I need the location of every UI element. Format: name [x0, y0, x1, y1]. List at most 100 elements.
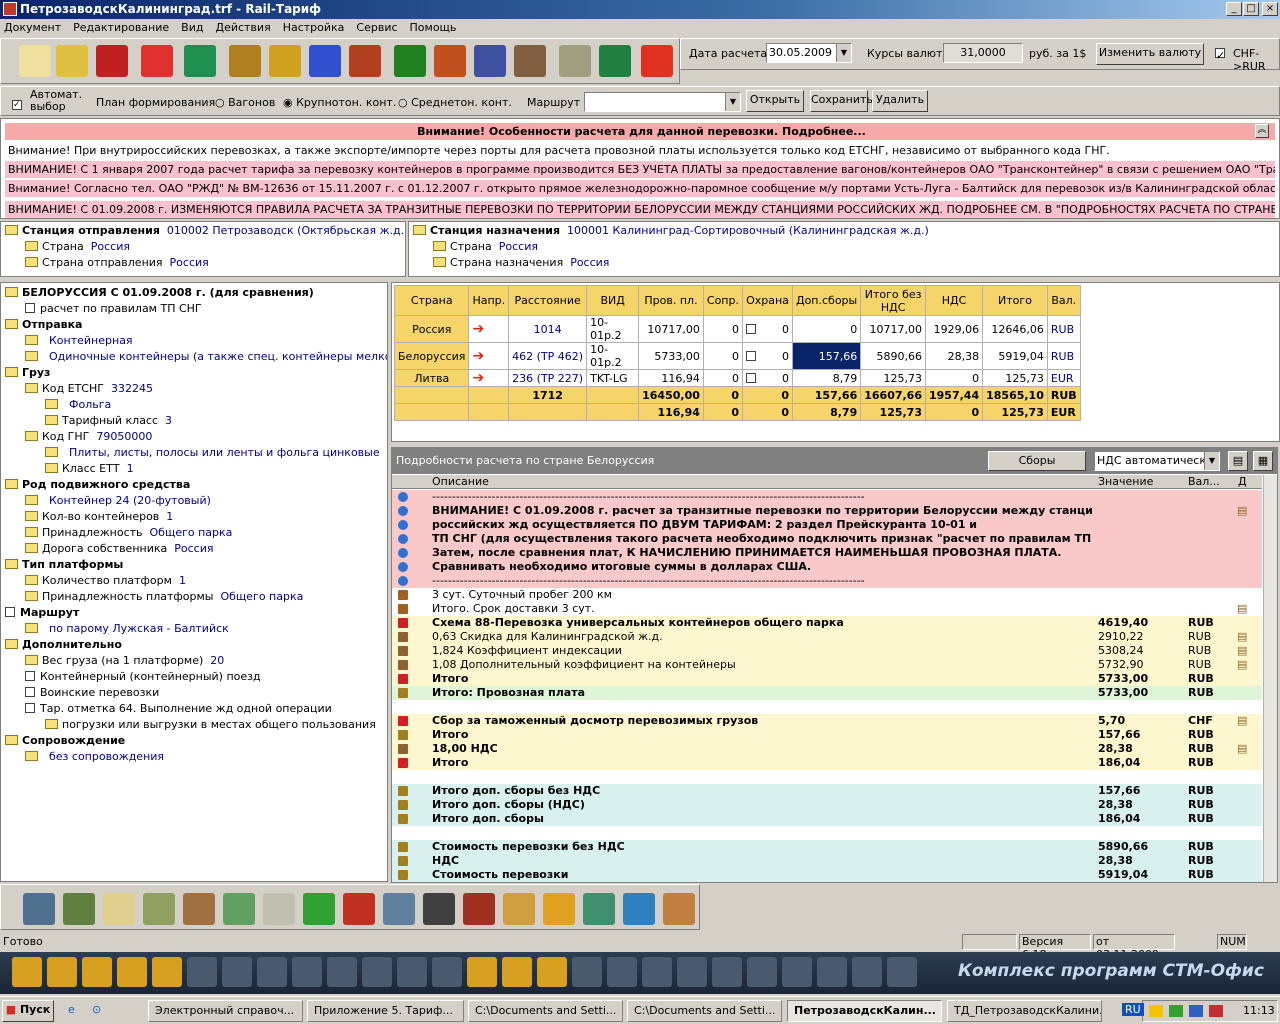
compass-icon[interactable] [349, 45, 381, 77]
checkbox[interactable] [5, 607, 15, 617]
stm-tool-icon[interactable] [712, 957, 742, 987]
detail-row[interactable]: 0,63 Скидка для Калининградской ж.д. 2910… [392, 630, 1262, 644]
detail-row[interactable]: Итого доп. сборы без НДС 157,66 RUB [392, 784, 1262, 798]
calc-row[interactable]: Россия ➔ 1014 10-01р.2 10717,00 0 0 0 10717,00 19… [393, 315, 1081, 343]
detail-row[interactable]: Схема 88-Перевозка универсальных контейн… [392, 616, 1262, 630]
calculator-icon[interactable] [184, 45, 216, 77]
tool-icon[interactable] [383, 893, 415, 925]
tree-value[interactable]: 1 [166, 510, 173, 523]
stm-tool-icon[interactable] [887, 957, 917, 987]
edit-icon[interactable] [56, 45, 88, 77]
tree-value[interactable]: Общего парка [220, 590, 303, 603]
tree-value[interactable]: 1 [179, 574, 186, 587]
detail-row[interactable]: НДС 28,38 RUB [392, 854, 1262, 868]
detail-row[interactable]: 1,824 Коэффициент индексации 5308,24 RUB ▤ [392, 644, 1262, 658]
detail-row[interactable]: Итого доп. сборы 186,04 RUB [392, 812, 1262, 826]
tool-icon[interactable] [543, 893, 575, 925]
detail-row[interactable] [392, 700, 1262, 714]
menu-item[interactable]: Настройка [283, 21, 345, 34]
tray-icon[interactable] [1189, 1005, 1203, 1017]
large-container-radio[interactable]: ◉ Крупнотон. конт. [283, 96, 396, 109]
doc-icon[interactable]: ▤ [1237, 742, 1247, 756]
detail-row[interactable]: 3 сут. Суточный пробег 200 км [392, 588, 1262, 602]
detail-row[interactable]: Сбор за таможенный досмотр перевозимых г… [392, 714, 1262, 728]
tree-item[interactable]: Род подвижного средства [5, 477, 190, 493]
tree-item[interactable]: Груз [5, 365, 50, 381]
detail-row[interactable]: ВНИМАНИЕ! С 01.09.2008 г. расчет за тран… [392, 504, 1262, 518]
tree-value[interactable]: Контейнер 24 (20-футовый) [49, 494, 211, 507]
col-header[interactable]: ВИД [586, 285, 640, 316]
col-header[interactable]: Итого без НДС [860, 285, 926, 316]
bundle-icon[interactable] [559, 45, 591, 77]
medium-container-radio[interactable]: ○ Среднетон. конт. [398, 96, 512, 109]
tree-item[interactable]: Отправка [5, 317, 82, 333]
tree-value[interactable]: 20 [210, 654, 224, 667]
task-button[interactable]: ПетрозаводскКалин... [787, 1000, 942, 1022]
dropdown-arrow-icon[interactable]: ▼ [1204, 452, 1219, 470]
menu-item[interactable]: Вид [181, 21, 203, 34]
menu-item[interactable]: Действия [215, 21, 270, 34]
tree-item[interactable]: Одиночные контейнеры (а также спец. конт… [25, 349, 387, 365]
help-icon[interactable] [641, 45, 673, 77]
tool-icon[interactable] [103, 893, 135, 925]
stm-tool-icon[interactable] [572, 957, 602, 987]
details-scrollbar[interactable] [1263, 475, 1277, 882]
tool-icon[interactable] [663, 893, 695, 925]
tree-item[interactable]: Контейнер 24 (20-футовый) [25, 493, 211, 509]
dropdown-arrow-icon[interactable]: ▼ [725, 93, 740, 111]
tree-item[interactable]: Тарифный класс 3 [45, 413, 172, 429]
doc-icon[interactable]: ▤ [1237, 658, 1247, 672]
tool-icon[interactable] [63, 893, 95, 925]
detail-row[interactable]: Затем, после сравнения плат, К НАЧИСЛЕНИ… [392, 546, 1262, 560]
arrival-station[interactable]: 100001 Калининград-Сортировочный (Калини… [567, 224, 929, 237]
tray-icon[interactable] [1209, 1005, 1223, 1017]
change-currency-button[interactable]: Изменить валюту [1096, 43, 1204, 65]
tree-item[interactable]: БЕЛОРУССИЯ С 01.09.2008 г. (для сравнени… [5, 285, 314, 301]
tray-icon[interactable] [1149, 1005, 1163, 1017]
tree-item[interactable]: Сопровождение [5, 733, 125, 749]
tool-icon[interactable] [503, 893, 535, 925]
col-header[interactable]: Напр. [468, 285, 510, 316]
detail-row[interactable]: 18,00 НДС 28,38 RUB ▤ [392, 742, 1262, 756]
tool-icon[interactable] [423, 893, 455, 925]
ie-icon[interactable]: e [68, 1003, 75, 1016]
tree-item[interactable]: Контейнерный (контейнерный) поезд [25, 669, 261, 685]
chf-checkbox[interactable]: ✓ [1215, 48, 1225, 62]
tree-value[interactable]: без сопровождения [49, 750, 164, 763]
col-currency[interactable]: Вал... [1188, 475, 1220, 489]
tree-value[interactable]: 332245 [111, 382, 153, 395]
number-icon[interactable] [514, 45, 546, 77]
stm-tool-icon[interactable] [327, 957, 357, 987]
stm-tool-icon[interactable] [117, 957, 147, 987]
export-icon[interactable]: ▤ [1228, 451, 1248, 471]
stm-tool-icon[interactable] [502, 957, 532, 987]
excel-icon[interactable] [599, 45, 631, 77]
detail-row[interactable]: Итого: Провозная плата 5733,00 RUB [392, 686, 1262, 700]
col-description[interactable]: Описание [432, 475, 489, 489]
stm-tool-icon[interactable] [222, 957, 252, 987]
warnings-header[interactable]: Внимание! Особенности расчета для данной… [5, 123, 1275, 140]
vat-mode-select[interactable]: НДС автоматически ▼ [1094, 451, 1220, 471]
tree-item[interactable]: Класс ЕТТ 1 [45, 461, 134, 477]
detail-row[interactable]: Стоимость перевозки без НДС 5890,66 RUB [392, 840, 1262, 854]
new-doc-icon[interactable] [19, 45, 51, 77]
chart-icon[interactable] [309, 45, 341, 77]
col-header[interactable]: Итого [982, 285, 1048, 316]
detail-row[interactable]: Сравнивать необходимо итоговые суммы в д… [392, 560, 1262, 574]
dep-country-value[interactable]: Россия [170, 256, 209, 269]
quicklaunch-icon[interactable]: ⊙ [92, 1003, 101, 1016]
stm-tool-icon[interactable] [292, 957, 322, 987]
task-button[interactable]: Электронный справоч... [148, 1000, 303, 1022]
detail-row[interactable]: Стоимость перевозки 5919,04 RUB [392, 868, 1262, 882]
col-value[interactable]: Значение [1098, 475, 1153, 489]
guard-checkbox[interactable] [745, 350, 756, 361]
doc-icon[interactable]: ▤ [1237, 630, 1247, 644]
open-button[interactable]: Открыть [746, 90, 804, 112]
tree-value[interactable]: по парому Лужская - Балтийск [49, 622, 229, 635]
tree-item[interactable]: Тар. отметка 64. Выполнение жд одной опе… [25, 701, 332, 717]
checkbox[interactable] [25, 687, 35, 697]
col-header[interactable]: Страна [393, 285, 470, 316]
tree-value[interactable]: 1 [127, 462, 134, 475]
doc-icon[interactable]: ▤ [1237, 714, 1247, 728]
tree-item[interactable]: Тип платформы [5, 557, 123, 573]
